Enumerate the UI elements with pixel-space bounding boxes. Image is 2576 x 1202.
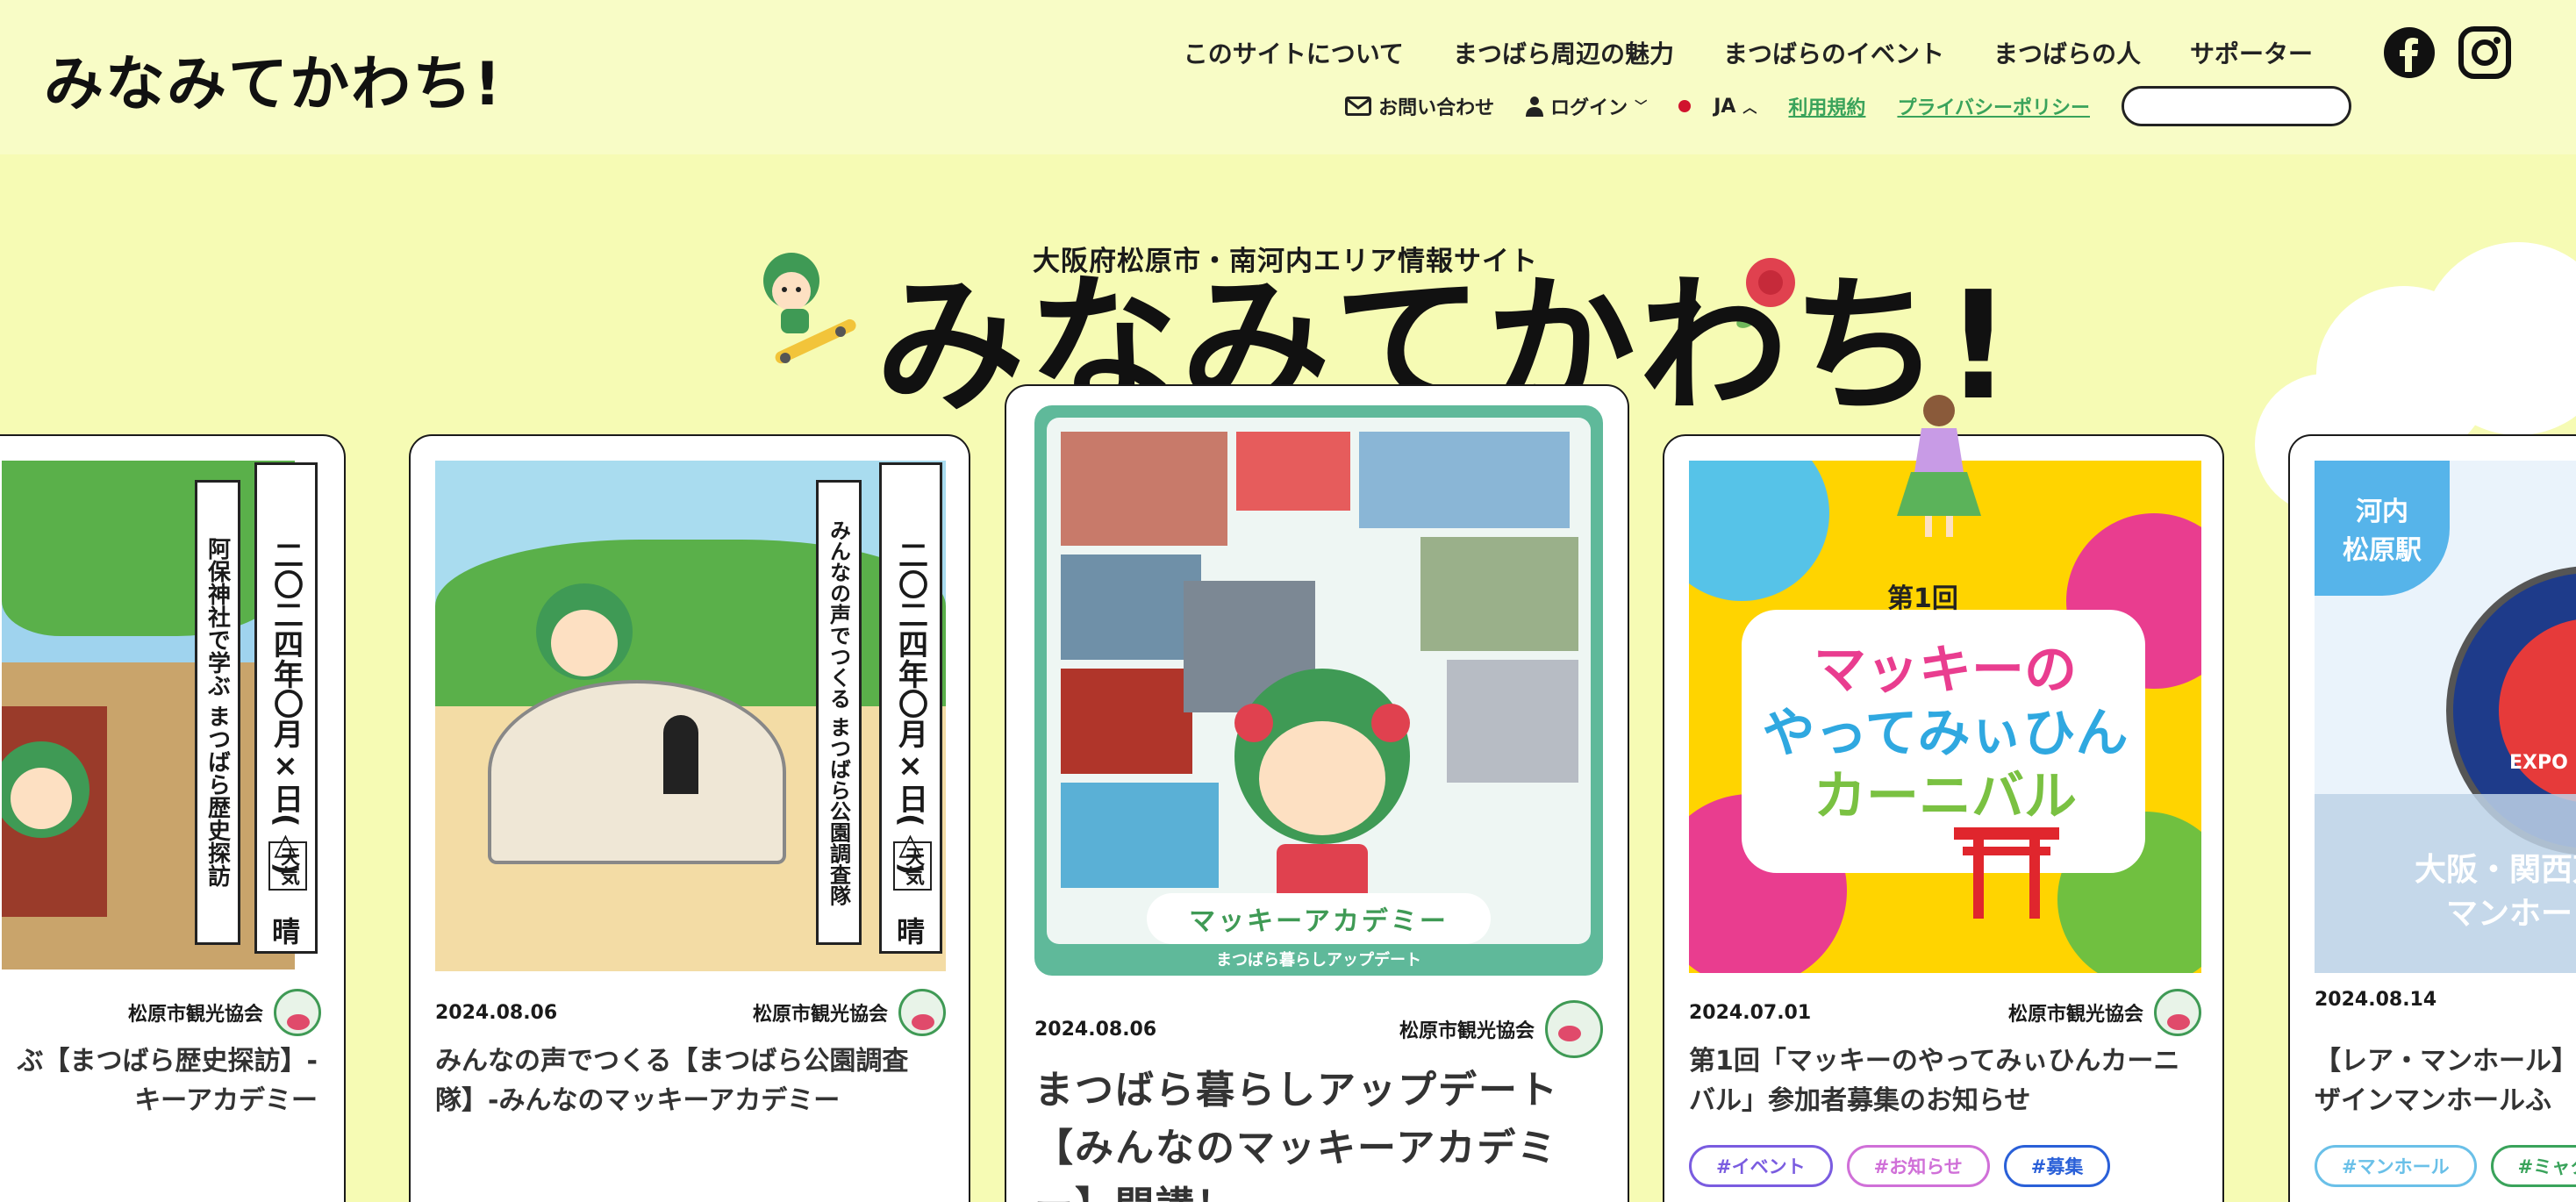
mail-icon xyxy=(1345,97,1372,116)
search-box xyxy=(2122,86,2351,126)
login-menu[interactable]: ログイン ﹀ xyxy=(1526,92,1647,120)
card-banner-sub: まつばら暮らしアップデート xyxy=(1216,951,1421,969)
main-nav: このサイトについて まつばら周辺の魅力 まつばらのイベント まつばらの人 サポー… xyxy=(1184,35,2313,70)
mascot-skateboard-illustration xyxy=(763,253,856,364)
card-tags: #マンホール #ミャク xyxy=(2315,1145,2576,1187)
social-links xyxy=(2383,26,2511,82)
weather-label: 天気 xyxy=(893,841,932,891)
weather-value: 晴 xyxy=(897,915,926,948)
tag-manhole[interactable]: #マンホール xyxy=(2315,1145,2477,1187)
chevron-up-icon: ︿ xyxy=(1742,99,1757,116)
nav-people[interactable]: まつばらの人 xyxy=(1993,35,2141,70)
article-card[interactable]: 阿保神社で学ぶ まつばら歴史探訪 二〇二四年〇月×日(△) 天気 晴 松原市観光… xyxy=(0,434,346,1202)
card-vertical-title: 阿保神社で学ぶ まつばら歴史探訪 xyxy=(195,480,240,945)
card-meta: 松原市観光協会 xyxy=(2,989,321,1036)
terms-link[interactable]: 利用規約 xyxy=(1788,92,1865,120)
card-title: まつばら暮らしアップデート【みんなのマッキーアカデミー】開講！ xyxy=(1034,1068,1559,1202)
nav-supporters[interactable]: サポーター xyxy=(2190,35,2313,70)
card-org: 松原市観光協会 xyxy=(1399,1020,1535,1042)
org-logo-icon xyxy=(2154,989,2201,1036)
poster-number: 第1回 xyxy=(1887,583,1958,614)
card-banner: マッキーアカデミー xyxy=(1147,893,1491,944)
nav-events[interactable]: まつばらのイベント xyxy=(1723,35,1944,70)
contact-link[interactable]: お問い合わせ xyxy=(1345,92,1494,120)
card-date: 2024.08.14 xyxy=(2315,989,2437,1011)
card-date: 2024.08.06 xyxy=(1034,1018,1157,1041)
language-select[interactable]: JA ︿ xyxy=(1678,96,1757,118)
card-date: 2024.08.06 xyxy=(435,1001,558,1024)
card-vertical-title: みんなの声でつくる まつばら公園調査隊 xyxy=(816,480,862,945)
card-title: ぶ【まつばら歴史探訪】- キーアカデミー xyxy=(17,1046,318,1116)
card-image xyxy=(1034,405,1603,976)
instagram-icon[interactable] xyxy=(2458,26,2511,82)
weather-value: 晴 xyxy=(272,915,301,948)
poster-line-3: カーニバル xyxy=(1814,766,2077,827)
tag-recruit[interactable]: #募集 xyxy=(2003,1145,2111,1187)
utility-nav: お問い合わせ ログイン ﹀ JA ︿ 利用規約 プライバシーポリシー xyxy=(1345,86,2351,126)
torii-icon xyxy=(1954,827,2059,919)
woman-illustration xyxy=(1897,395,1981,537)
card-title: 第1回「マッキーのやってみぃひんカーニバル」参加者募集のお知らせ xyxy=(1689,1046,2180,1116)
article-card-featured[interactable]: マッキーアカデミー まつばら暮らしアップデート 2024.08.06 松原市観光… xyxy=(1005,384,1629,1202)
nav-about[interactable]: このサイトについて xyxy=(1184,35,1404,70)
card-image xyxy=(435,461,946,971)
card-meta: 2024.08.06 松原市観光協会 xyxy=(1034,1000,1603,1058)
expo-label: EXPO 2025 xyxy=(2509,752,2576,774)
site-logo[interactable]: みなみてかわち! xyxy=(44,35,503,122)
japan-flag-icon xyxy=(1678,100,1692,112)
tag-event[interactable]: #イベント xyxy=(1689,1145,1833,1187)
user-icon xyxy=(1526,97,1544,117)
card-meta: 2024.07.01 松原市観光協会 xyxy=(1689,989,2201,1036)
card-org: 松原市観光協会 xyxy=(127,1004,263,1026)
org-logo-icon xyxy=(274,989,321,1036)
tag-news[interactable]: #お知らせ xyxy=(1846,1145,1990,1187)
article-card[interactable]: みんなの声でつくる まつばら公園調査隊 二〇二四年〇月×日(△) 天気 晴 20… xyxy=(409,434,970,1202)
nav-attractions[interactable]: まつばら周辺の魅力 xyxy=(1453,35,1674,70)
org-logo-icon xyxy=(898,989,946,1036)
card-meta: 2024.08.14 xyxy=(2315,989,2576,1011)
card-image xyxy=(2,461,295,969)
card-title: 【レア・マンホール】 ザインマンホールふ xyxy=(2315,1046,2576,1116)
card-meta: 2024.08.06 松原市観光協会 xyxy=(435,989,946,1036)
privacy-link[interactable]: プライバシーポリシー xyxy=(1897,92,2090,120)
card-org: 松原市観光協会 xyxy=(752,1004,888,1026)
card-title: みんなの声でつくる【まつばら公園調査隊】-みんなのマッキーアカデミー xyxy=(435,1046,909,1116)
station-badge: 河内 松原駅 xyxy=(2315,461,2450,596)
facebook-icon[interactable] xyxy=(2383,26,2436,82)
search-input[interactable] xyxy=(2124,89,2349,124)
card-overlay-text: 大阪・関西万 マンホー xyxy=(2414,852,2576,933)
site-header: みなみてかわち! このサイトについて まつばら周辺の魅力 まつばらのイベント ま… xyxy=(0,0,2576,154)
article-card[interactable]: 河内 松原駅 EXPO 2025 大阪・関西万 マンホー 2024.08.14 … xyxy=(2288,434,2576,1202)
card-date: 2024.07.01 xyxy=(1689,1001,1812,1024)
chevron-down-icon: ﹀ xyxy=(1635,100,1648,114)
org-logo-icon xyxy=(1545,1000,1603,1058)
weather-label: 天気 xyxy=(268,841,307,891)
article-card[interactable]: 第1回 マッキーの やってみぃひん カーニバル 2024.07.01 松原市観光… xyxy=(1663,434,2224,1202)
card-org: 松原市観光協会 xyxy=(2007,1004,2143,1026)
tag-myaku[interactable]: #ミャク xyxy=(2490,1145,2576,1187)
card-tags: #イベント #お知らせ #募集 xyxy=(1689,1145,2111,1187)
